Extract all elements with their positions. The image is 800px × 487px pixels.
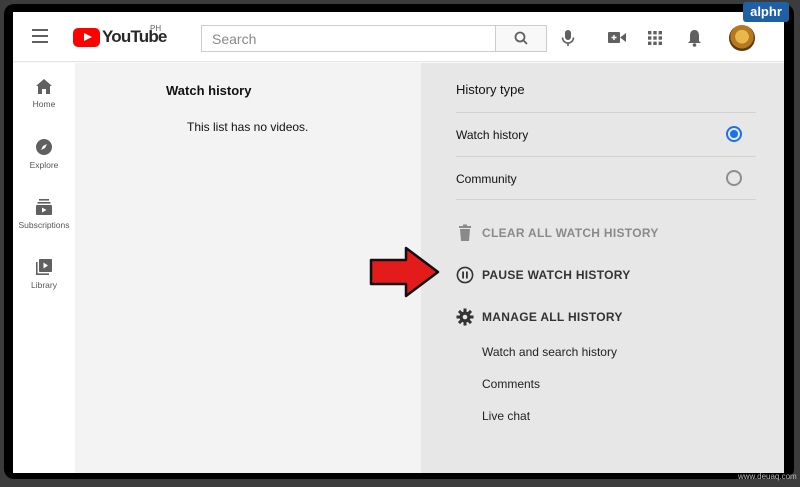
trash-icon: [459, 224, 471, 241]
radio-community[interactable]: [726, 170, 742, 186]
apps-grid-icon[interactable]: [648, 31, 662, 45]
pause-watch-history-button[interactable]: PAUSE WATCH HISTORY: [456, 265, 631, 285]
sidebar-item-subscriptions[interactable]: Subscriptions: [13, 199, 75, 230]
screenshot-frame: YouTube PH Search Home Explore Subscript…: [4, 4, 794, 479]
sidebar-item-label: Home: [32, 99, 56, 109]
sidebar-item-explore[interactable]: Explore: [13, 139, 75, 170]
red-arrow-annotation: [369, 246, 440, 298]
sidebar-item-label: Explore: [29, 160, 59, 170]
live-chat-link[interactable]: Live chat: [482, 409, 530, 423]
sidebar-item-home[interactable]: Home: [13, 79, 75, 109]
create-video-icon[interactable]: [608, 31, 626, 44]
hamburger-menu-icon[interactable]: [32, 29, 48, 43]
library-icon: [36, 259, 52, 275]
divider: [456, 199, 756, 200]
clear-all-watch-history-button[interactable]: CLEAR ALL WATCH HISTORY: [456, 223, 659, 243]
empty-list-message: This list has no videos.: [187, 120, 309, 134]
clear-all-label: CLEAR ALL WATCH HISTORY: [482, 226, 659, 240]
sidebar-item-library[interactable]: Library: [13, 259, 75, 290]
divider: [456, 112, 756, 113]
manage-all-history-button[interactable]: MANAGE ALL HISTORY: [456, 307, 623, 327]
microphone-icon[interactable]: [560, 29, 576, 47]
radio-watch-history[interactable]: [726, 126, 742, 142]
history-settings-panel: History type Watch history Community CLE…: [421, 63, 784, 473]
watermark: www.deuaq.com: [738, 472, 797, 481]
search-input[interactable]: Search: [201, 25, 495, 52]
comments-link[interactable]: Comments: [482, 377, 540, 391]
top-bar: YouTube PH Search: [13, 12, 784, 62]
compass-icon: [36, 139, 52, 155]
pause-circle-icon: [456, 266, 474, 284]
alphr-badge: alphr: [743, 2, 789, 22]
sidebar-item-label: Library: [31, 280, 57, 290]
home-icon: [36, 79, 52, 94]
option-watch-history-label[interactable]: Watch history: [456, 128, 528, 142]
youtube-window: YouTube PH Search Home Explore Subscript…: [13, 12, 784, 473]
watch-and-search-history-link[interactable]: Watch and search history: [482, 345, 617, 359]
option-community-label[interactable]: Community: [456, 172, 517, 186]
search-button[interactable]: [495, 25, 547, 52]
left-nav: Home Explore Subscriptions Library: [13, 63, 75, 473]
divider: [456, 156, 756, 157]
page-title: Watch history: [166, 83, 252, 98]
country-code: PH: [150, 24, 162, 33]
manage-label: MANAGE ALL HISTORY: [482, 310, 623, 324]
subscriptions-icon: [36, 199, 52, 215]
pause-label: PAUSE WATCH HISTORY: [482, 268, 631, 282]
play-logo-icon: [73, 27, 100, 47]
gear-icon: [456, 308, 474, 326]
history-type-heading: History type: [456, 82, 525, 97]
search-icon: [514, 31, 528, 45]
notifications-bell-icon[interactable]: [687, 29, 702, 47]
sidebar-item-label: Subscriptions: [18, 220, 70, 230]
avatar[interactable]: [729, 25, 755, 51]
